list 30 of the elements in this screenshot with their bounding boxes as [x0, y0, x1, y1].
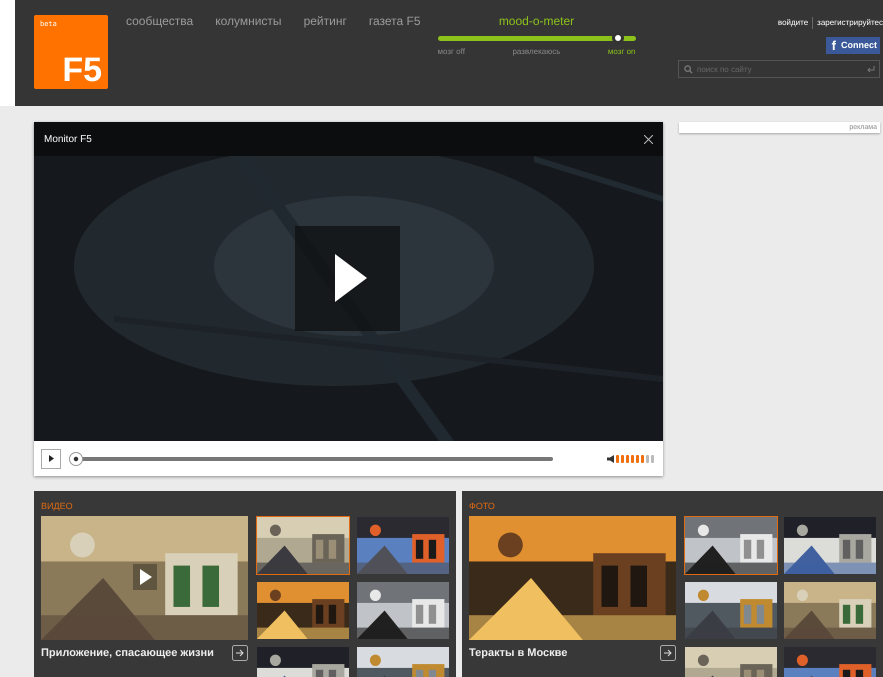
- facebook-icon: f: [832, 39, 836, 52]
- login-link[interactable]: войдите: [778, 17, 808, 29]
- play-button[interactable]: [295, 226, 400, 331]
- meter-stop[interactable]: мозг off: [438, 46, 465, 58]
- play-button[interactable]: [41, 448, 61, 468]
- arrow-right-icon[interactable]: [660, 645, 676, 662]
- register-link[interactable]: зарегистрируйтес: [817, 17, 883, 29]
- section-title: ФОТО: [469, 500, 496, 513]
- nav-link[interactable]: газета F5: [368, 12, 420, 28]
- nav-link[interactable]: сообщества: [126, 12, 194, 28]
- close-icon[interactable]: [644, 134, 653, 144]
- speaker-icon[interactable]: [607, 454, 614, 462]
- section-title: ВИДЕО: [41, 500, 74, 513]
- player-title: Monitor F5: [44, 132, 92, 146]
- enter-icon: [867, 66, 875, 73]
- progress-thumb[interactable]: [69, 452, 83, 466]
- meter-stop[interactable]: мозг on: [608, 46, 636, 58]
- arrow-right-icon[interactable]: [232, 645, 248, 662]
- caption-link[interactable]: Приложение, спасающее жизни: [41, 645, 214, 662]
- nav-link[interactable]: колумнисты: [215, 12, 282, 28]
- meter-stop[interactable]: развлекаюсь: [512, 46, 560, 58]
- nav-link[interactable]: рейтинг: [304, 12, 347, 28]
- search-icon: [684, 65, 693, 74]
- facebook-connect-button[interactable]: f Connect: [826, 37, 880, 54]
- play-icon: [48, 455, 54, 462]
- meter-title: mood-o-meter: [498, 13, 574, 30]
- play-icon[interactable]: [133, 564, 157, 590]
- logo-text: F5: [62, 53, 102, 87]
- caption-link[interactable]: Теракты в Москве: [469, 645, 568, 662]
- progress-track[interactable]: [69, 452, 553, 466]
